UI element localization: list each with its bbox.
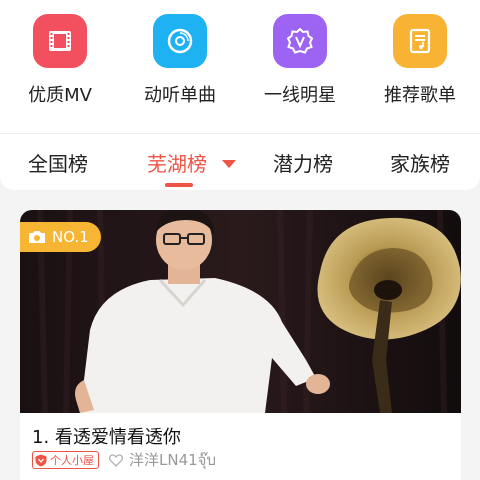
song-title[interactable]: 1. 看透爱情看透你 xyxy=(32,423,181,449)
feature-label: 优质MV xyxy=(28,85,92,106)
feature-label: 动听单曲 xyxy=(144,85,216,106)
top-card: 优质MV 动听单曲 一线明星 推荐歌单 全国榜 芜湖榜 潜力榜 家族榜 xyxy=(0,0,480,190)
feature-singles[interactable]: 动听单曲 xyxy=(120,14,240,114)
song-meta: 个人小屋 洋洋LN41จุ๊บ xyxy=(32,450,216,470)
tab-potential[interactable]: 潜力榜 xyxy=(273,148,333,177)
house-tag[interactable]: 个人小屋 xyxy=(32,451,99,469)
tab-wuhu[interactable]: 芜湖榜 xyxy=(147,148,207,177)
feature-mv[interactable]: 优质MV xyxy=(0,14,120,114)
mv-film-icon xyxy=(33,14,87,68)
star-badge-icon xyxy=(273,14,327,68)
active-tab-indicator xyxy=(165,183,193,187)
tab-family[interactable]: 家族榜 xyxy=(390,148,450,177)
camera-icon xyxy=(29,231,45,243)
house-tag-label: 个人小屋 xyxy=(50,454,94,467)
author-name[interactable]: 洋洋LN41จุ๊บ xyxy=(129,448,216,472)
playlist-doc-icon xyxy=(393,14,447,68)
rank-label: NO.1 xyxy=(52,228,89,246)
feature-stars[interactable]: 一线明星 xyxy=(240,14,360,114)
feature-label: 一线明星 xyxy=(264,85,336,106)
feature-label: 推荐歌单 xyxy=(384,85,456,106)
chevron-down-icon[interactable] xyxy=(222,160,236,168)
heart-icon xyxy=(109,453,123,467)
song-card[interactable]: NO.1 1. 看透爱情看透你 个人小屋 洋洋LN41จุ๊บ xyxy=(20,210,461,480)
feature-playlists[interactable]: 推荐歌单 xyxy=(360,14,480,114)
chart-tabs: 全国榜 芜湖榜 潜力榜 家族榜 xyxy=(0,134,480,190)
tab-national[interactable]: 全国榜 xyxy=(28,148,88,177)
rank-badge: NO.1 xyxy=(20,222,101,252)
shield-icon xyxy=(35,454,47,466)
vinyl-disc-icon xyxy=(153,14,207,68)
feature-grid: 优质MV 动听单曲 一线明星 推荐歌单 xyxy=(0,14,480,114)
